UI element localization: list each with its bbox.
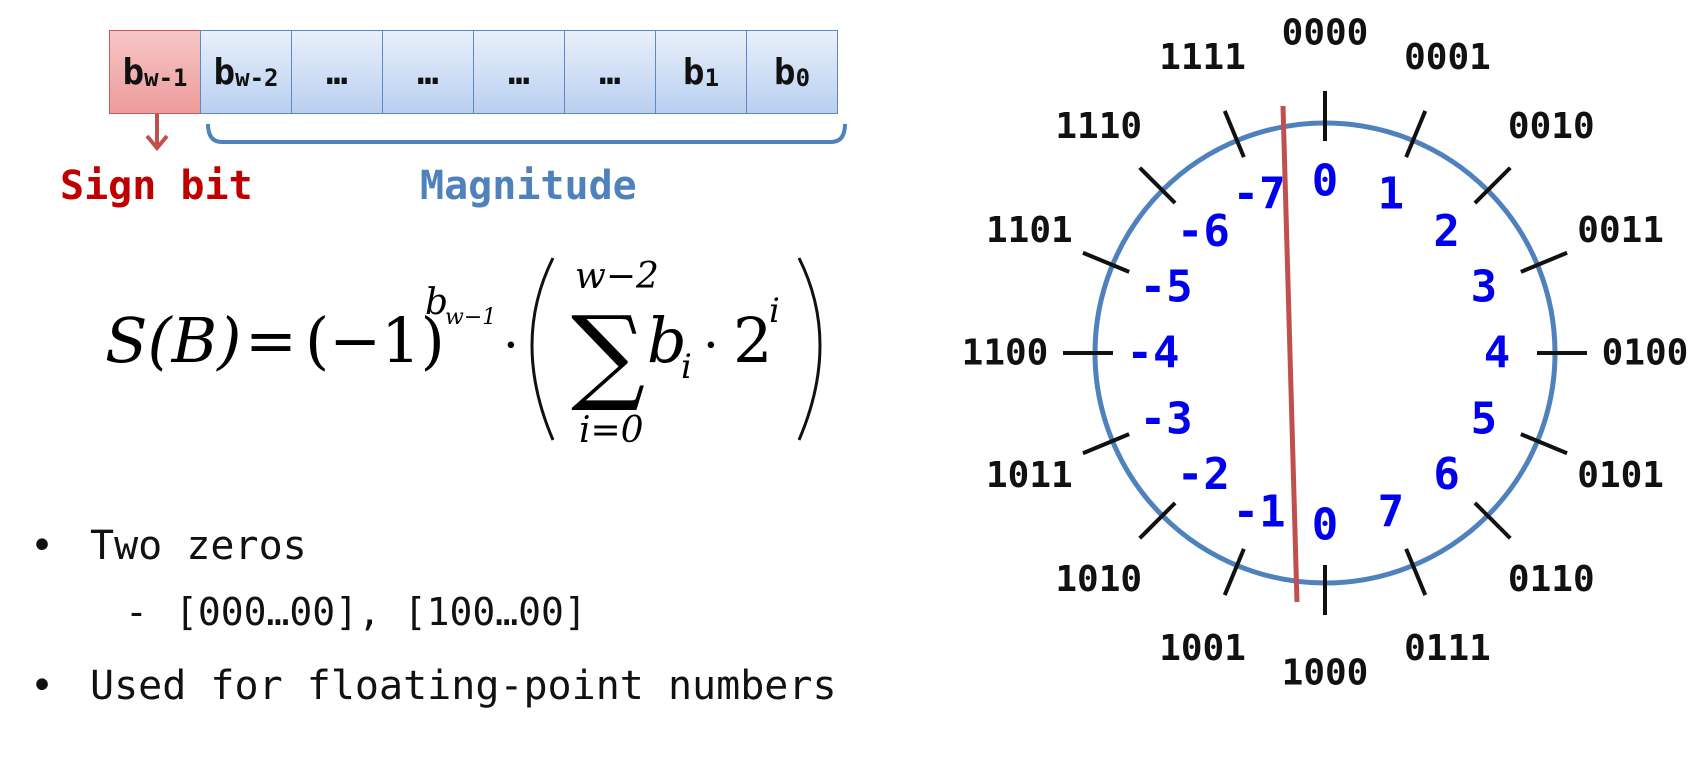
wheel-code-label: 1100 — [962, 333, 1049, 374]
wheel-value-label: 0 — [1312, 156, 1339, 207]
wheel-value-label: 3 — [1471, 262, 1498, 313]
wheel-code-label: 0101 — [1577, 455, 1664, 496]
wheel-code-label: 1011 — [986, 455, 1073, 496]
wheel-code-label: 0111 — [1404, 628, 1491, 669]
wheel-tick — [1222, 548, 1246, 596]
wheel-value-label: -1 — [1233, 486, 1286, 537]
wheel-code-label: 1010 — [1055, 559, 1142, 600]
wheel-tick — [1082, 250, 1130, 274]
wheel-code-label: 0110 — [1508, 559, 1595, 600]
wheel-value-label: -6 — [1177, 206, 1230, 257]
wheel-value-label: -7 — [1233, 169, 1286, 220]
wheel-code-label: 0100 — [1602, 333, 1689, 374]
wheel-code-label: 1000 — [1282, 653, 1369, 694]
wheel-code-label: 1101 — [986, 210, 1073, 251]
wheel-value-label: -5 — [1140, 262, 1193, 313]
wheel-code-label: 0010 — [1508, 106, 1595, 147]
wheel-value-label: -3 — [1140, 393, 1193, 444]
wheel-value-label: 2 — [1433, 206, 1460, 257]
number-wheel: 0000000100100011010001010110011110001001… — [962, 13, 1689, 694]
wheel-code-label: 0001 — [1404, 37, 1491, 78]
wheel-code-label: 0000 — [1282, 13, 1369, 54]
wheel-tick — [1082, 432, 1130, 456]
wheel-tick — [1404, 110, 1428, 158]
wheel-value-label: 6 — [1433, 449, 1460, 500]
wheel-code-label: 1110 — [1055, 106, 1142, 147]
wheel-tick — [1222, 110, 1246, 158]
wheel-value-label: 4 — [1484, 328, 1511, 379]
wheel-value-label: 1 — [1378, 169, 1405, 220]
wheel-value-label: -2 — [1177, 449, 1230, 500]
wheel-tick — [1404, 548, 1428, 596]
wheel-values: 0 12345670-1-2-3-4-5-6-7 — [1127, 156, 1511, 551]
wheel-tick — [1520, 250, 1568, 274]
wheel-tick — [1520, 432, 1568, 456]
wheel-code-label: 0011 — [1577, 210, 1664, 251]
wheel-code-label: 1001 — [1159, 628, 1246, 669]
wheel-value-label: 5 — [1471, 393, 1498, 444]
wheel-value-label: 0 — [1312, 500, 1339, 551]
wheel-value-label: -4 — [1127, 328, 1180, 379]
wheel-value-label: 7 — [1378, 486, 1405, 537]
wheel-code-label: 1111 — [1159, 37, 1246, 78]
